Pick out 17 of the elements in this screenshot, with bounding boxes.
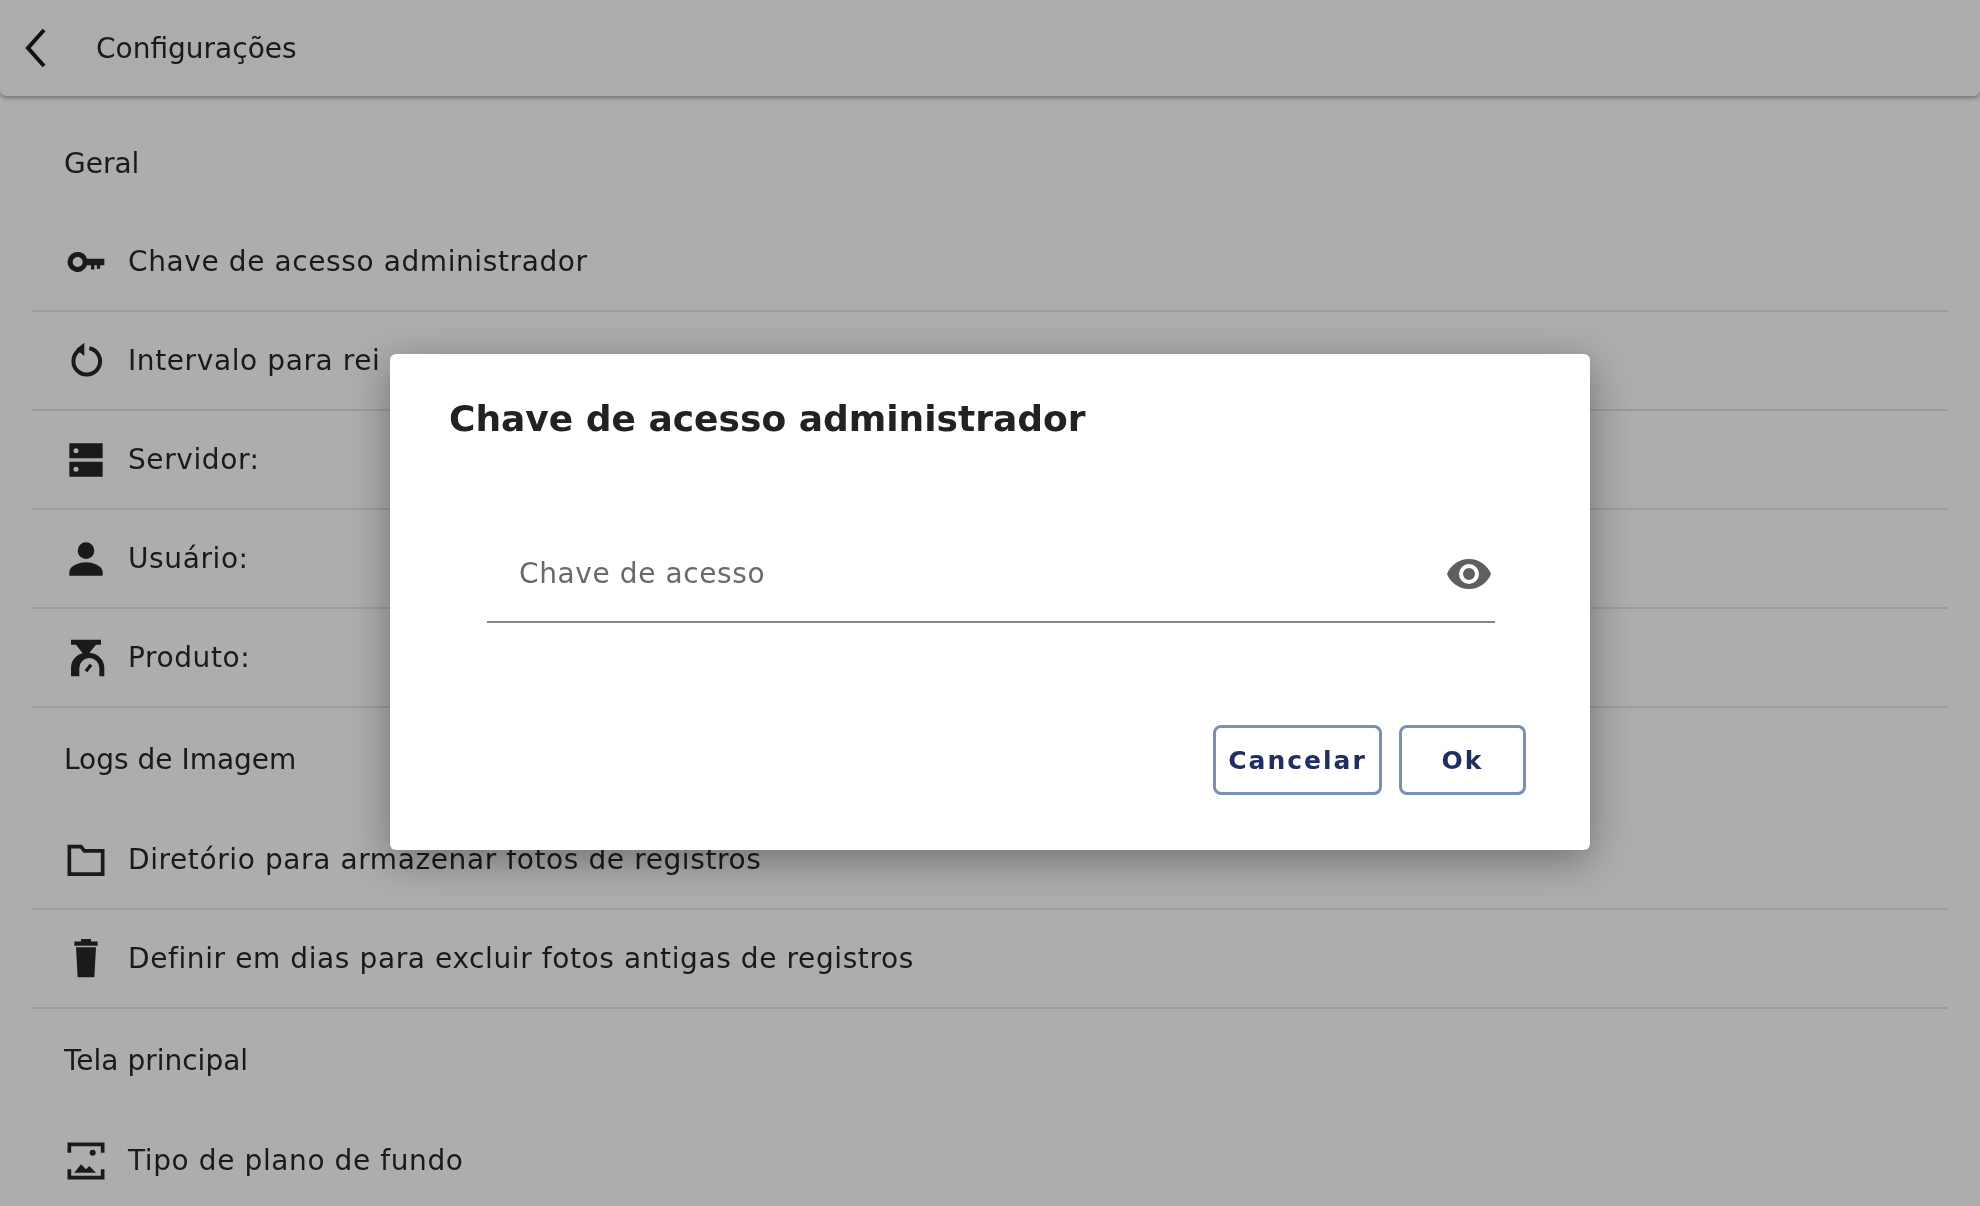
cancel-button[interactable]: Cancelar [1213,725,1382,795]
setting-item[interactable]: Servidor: [128,443,260,476]
setting-item[interactable]: Definir em dias para excluir fotos antigas de registros [128,942,914,975]
section-title: Tela principal [64,1044,249,1077]
setting-item[interactable]: Chave de acesso administrador [128,245,588,278]
page-title: Configurações [96,31,297,65]
section-title: Logs de Imagem [64,743,297,776]
setting-item[interactable]: Diretório para armazenar fotos de registros [128,843,762,876]
dialog-title: Chave de acesso administrador [449,398,1087,439]
setting-item[interactable]: Tipo de plano de fundo [128,1144,464,1177]
setting-item[interactable]: Produto: [128,641,251,674]
image-icon [66,1140,106,1181]
setting-item[interactable]: Intervalo para rei [128,344,381,377]
back-icon[interactable] [24,28,48,68]
section-title: Geral [64,147,140,180]
setting-item[interactable]: Usuário: [128,542,249,575]
ok-button[interactable]: Ok [1399,725,1526,795]
